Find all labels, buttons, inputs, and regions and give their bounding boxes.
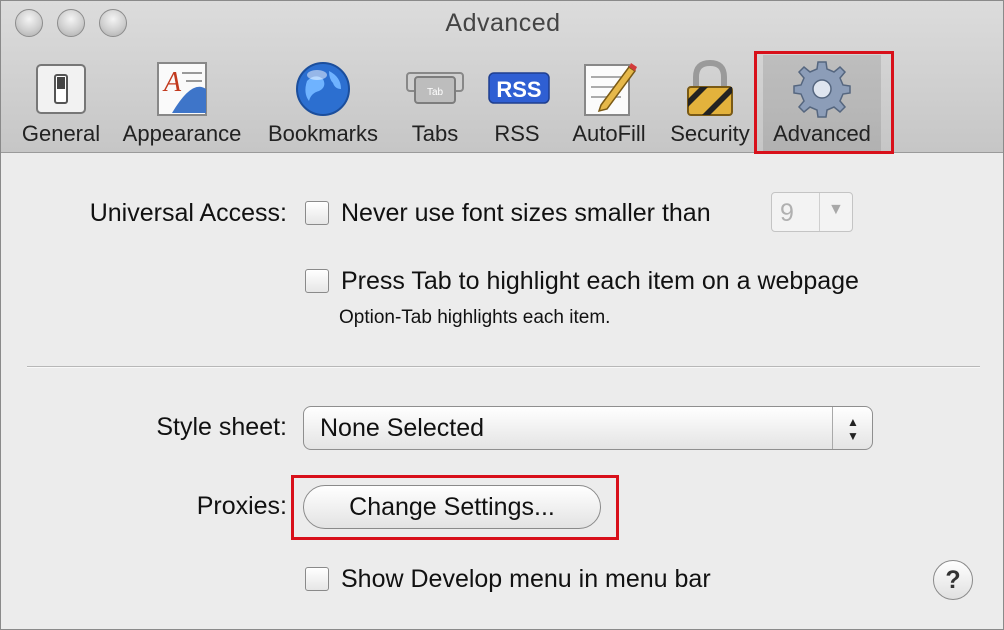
pencil-icon — [579, 59, 639, 119]
tab-autofill[interactable]: AutoFill — [563, 55, 655, 151]
tab-highlight-option-label: Press Tab to highlight each item on a we… — [341, 267, 859, 295]
preferences-window: Advanced General A Appearance Bookmarks … — [0, 0, 1004, 630]
tab-label: AutoFill — [572, 121, 646, 146]
tab-label: Bookmarks — [267, 121, 379, 146]
tab-general[interactable]: General — [15, 55, 107, 151]
tab-security[interactable]: Security — [663, 55, 757, 151]
stepper-arrows-icon: ▲ ▼ — [832, 407, 872, 449]
chevron-down-icon: ▼ — [828, 201, 844, 218]
tab-highlight-checkbox[interactable] — [305, 269, 329, 293]
rss-badge-text: RSS — [496, 77, 541, 102]
highlight-advanced-tab — [754, 51, 894, 154]
universal-access-label: Universal Access: — [89, 199, 287, 227]
globe-icon — [293, 59, 353, 119]
rss-icon: RSS — [487, 59, 550, 119]
tab-icon: Tab — [405, 59, 465, 119]
proxies-label: Proxies: — [196, 492, 287, 520]
tab-appearance[interactable]: A Appearance — [115, 55, 249, 151]
style-sheet-label: Style sheet: — [156, 413, 287, 441]
help-button[interactable]: ? — [933, 560, 973, 600]
svg-text:A: A — [162, 67, 182, 98]
tab-label: Tabs — [411, 121, 459, 146]
tab-label: Appearance — [122, 121, 242, 146]
style-sheet-select[interactable]: None Selected ▲ ▼ — [303, 406, 873, 450]
font-size-value: 9 — [780, 199, 794, 227]
section-divider — [27, 366, 980, 368]
font-size-option-label: Never use font sizes smaller than — [341, 199, 711, 227]
develop-menu-checkbox[interactable] — [305, 567, 329, 591]
font-icon: A — [152, 59, 212, 119]
tab-label: Security — [670, 121, 750, 146]
window-title: Advanced — [445, 9, 561, 37]
tab-highlight-note: Option-Tab highlights each item. — [339, 307, 611, 328]
font-size-checkbox[interactable] — [305, 201, 329, 225]
switch-icon — [31, 59, 91, 119]
tab-rss[interactable]: RSS RSS — [481, 55, 553, 151]
tab-icon-text: Tab — [427, 87, 444, 98]
highlight-change-settings — [291, 475, 619, 540]
select-divider — [819, 193, 820, 231]
tab-bookmarks[interactable]: Bookmarks — [261, 55, 385, 151]
tab-label: General — [21, 121, 101, 146]
font-size-select[interactable]: 9 ▼ — [771, 192, 853, 232]
develop-menu-option-label: Show Develop menu in menu bar — [341, 565, 711, 593]
style-sheet-value: None Selected — [320, 414, 485, 442]
lock-icon — [680, 59, 740, 119]
tab-label: RSS — [494, 121, 540, 146]
tab-tabs[interactable]: Tab Tabs — [397, 55, 473, 151]
